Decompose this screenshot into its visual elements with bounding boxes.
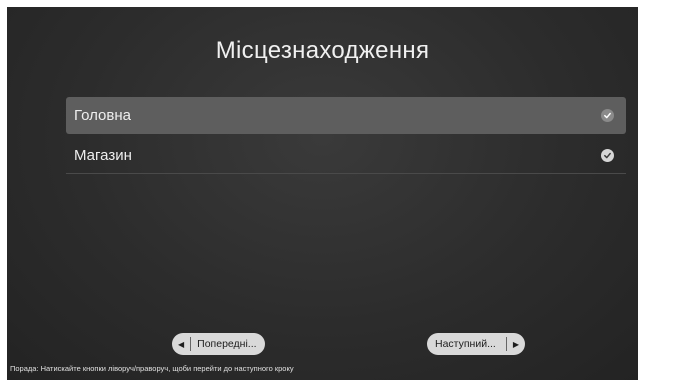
check-icon — [601, 148, 614, 162]
location-option-home[interactable]: Головна — [66, 97, 626, 134]
next-button-label: Наступний... — [435, 338, 496, 350]
next-button[interactable]: Наступний... ▶ — [427, 333, 525, 355]
location-option-label: Магазин — [74, 146, 132, 164]
check-icon — [601, 109, 614, 122]
location-list: Головна Магазин — [66, 97, 626, 174]
arrow-right-icon: ▶ — [512, 339, 519, 349]
page-title: Місцезнаходження — [215, 37, 430, 64]
button-divider — [505, 337, 507, 351]
button-divider — [190, 337, 192, 351]
location-option-store[interactable]: Магазин — [66, 137, 626, 174]
hint-text: Порада: Натискайте кнопки ліворуч/правор… — [10, 364, 294, 373]
arrow-left-icon: ◀ — [178, 339, 185, 349]
location-option-label: Головна — [74, 107, 131, 124]
setup-screen: Місцезнаходження Головна Магазин ◀ Попер… — [7, 7, 638, 380]
previous-button-label: Попередні... — [197, 338, 257, 350]
previous-button[interactable]: ◀ Попередні... — [172, 333, 265, 355]
